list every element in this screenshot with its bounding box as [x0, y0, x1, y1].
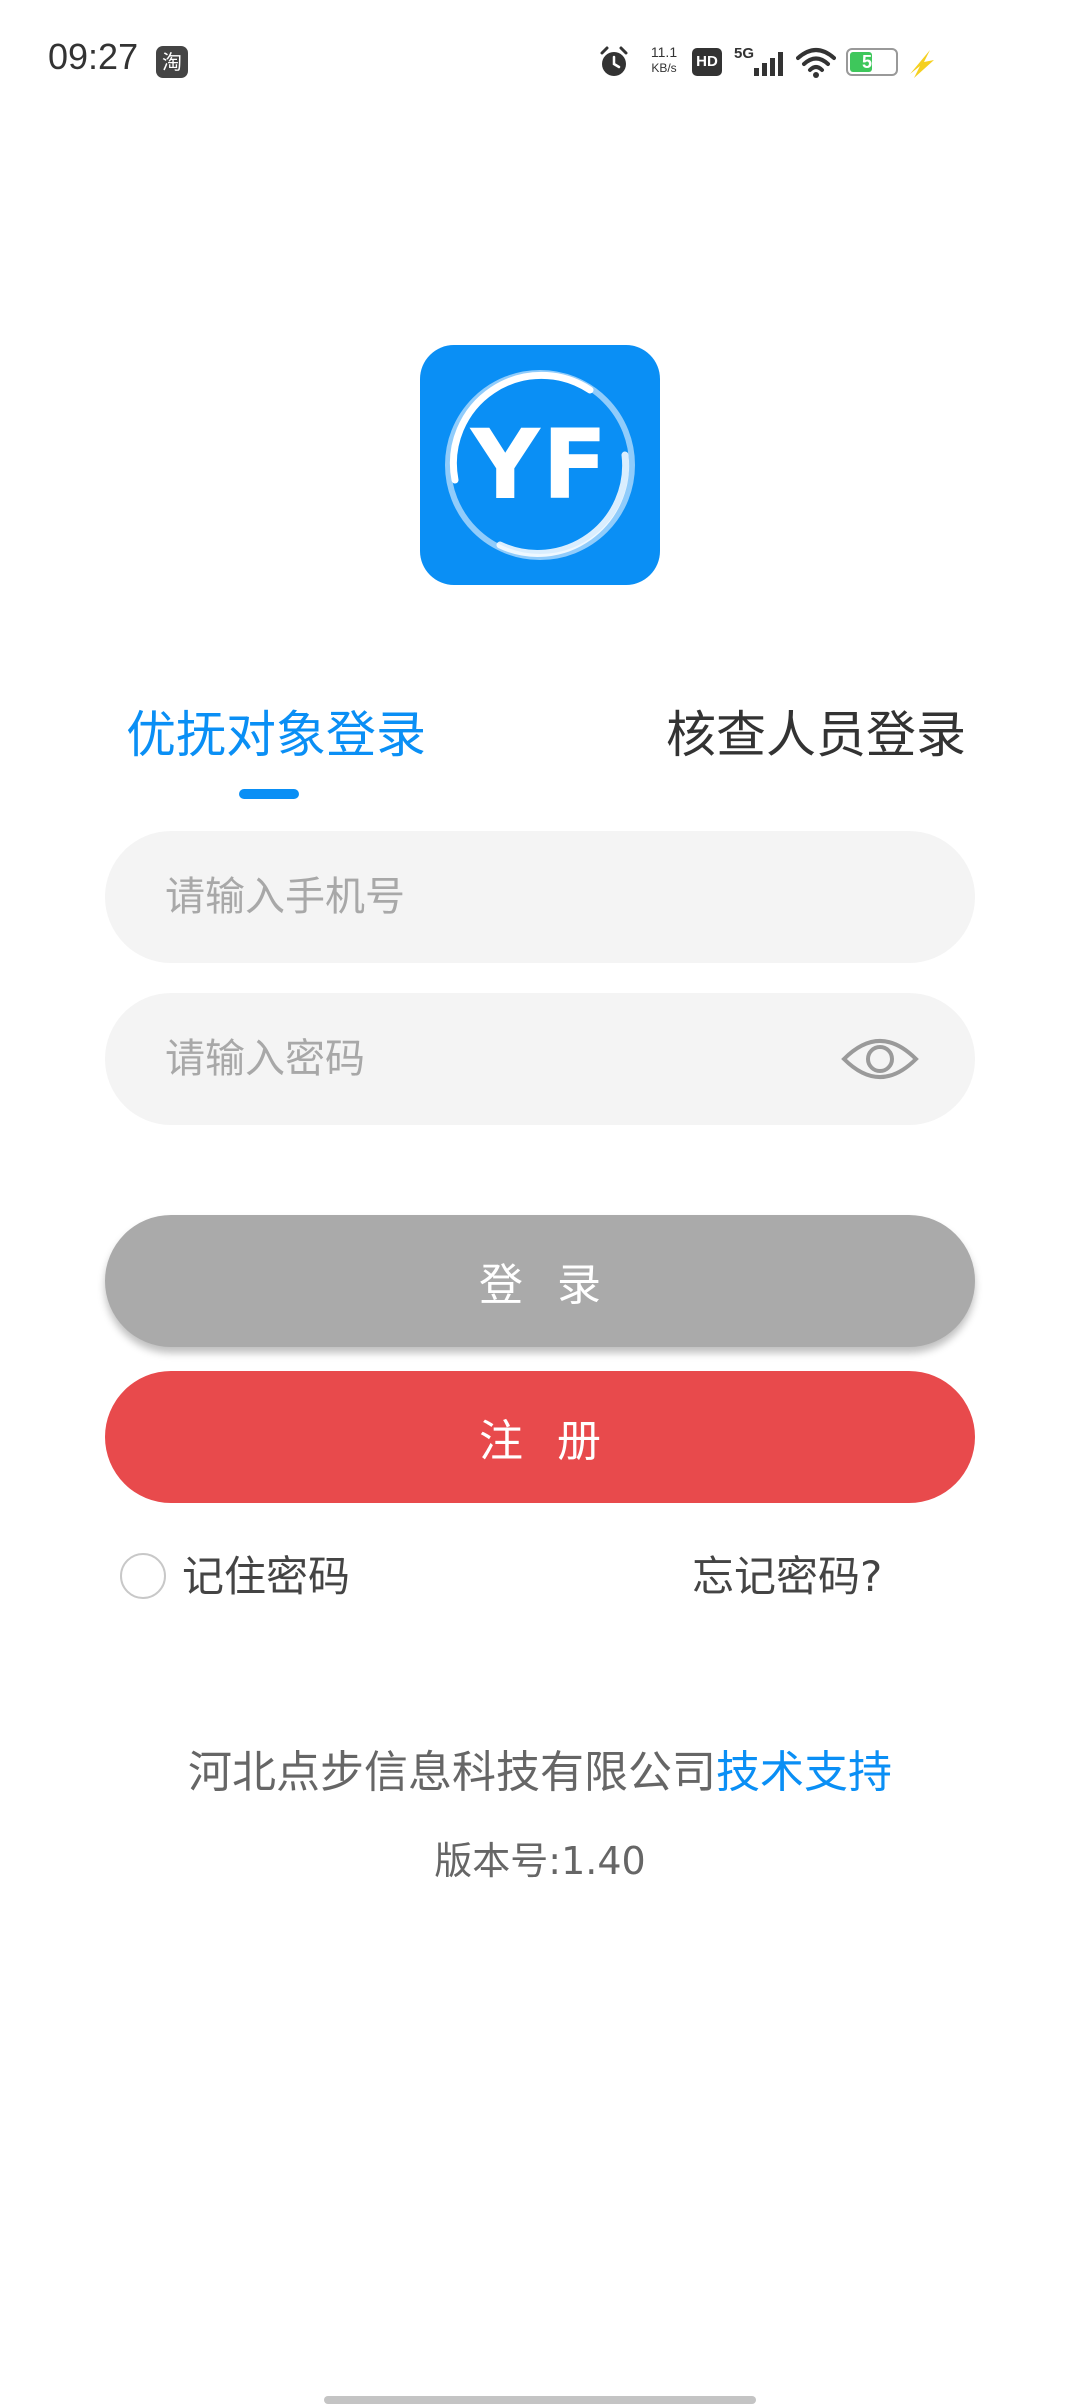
- battery-icon: 51: [846, 48, 898, 76]
- status-bar: 09:27 淘 11.1 KB/s HD 5G 51: [0, 0, 1080, 120]
- signal-5g-icon: 5G: [734, 45, 783, 76]
- hd-icon: HD: [692, 48, 722, 76]
- net-speed: 11.1 KB/s: [642, 44, 686, 76]
- show-password-eye-icon[interactable]: [840, 1029, 920, 1089]
- forgot-password-link[interactable]: 忘记密码?: [692, 1548, 882, 1606]
- home-indicator[interactable]: [324, 2396, 756, 2404]
- net-speed-value: 11.1: [650, 44, 678, 60]
- login-button[interactable]: 登录: [105, 1215, 975, 1347]
- tab-inspector-login[interactable]: 核查人员登录: [666, 700, 966, 770]
- tab-active-indicator: [239, 789, 299, 799]
- taobao-notification-icon: 淘: [156, 46, 188, 78]
- remember-password-label[interactable]: 记住密码: [182, 1548, 350, 1606]
- company-name: 河北点步信息科技有限公司: [188, 1747, 716, 1798]
- tab-user-login[interactable]: 优抚对象登录: [126, 700, 426, 770]
- tech-support-link[interactable]: 技术支持: [716, 1747, 892, 1798]
- version-number: 版本号:1.40: [434, 1839, 646, 1883]
- charging-icon: [910, 50, 934, 78]
- net-speed-unit: KB/s: [651, 61, 677, 75]
- logo-text: YF: [470, 409, 610, 521]
- alarm-icon: [600, 46, 628, 76]
- support-line: 河北点步信息科技有限公司技术支持: [0, 1742, 1080, 1804]
- remember-password-radio[interactable]: [120, 1553, 166, 1599]
- phone-input[interactable]: [165, 831, 865, 963]
- phone-input-container: [105, 831, 975, 963]
- register-button[interactable]: 注册: [105, 1371, 975, 1503]
- password-input-container: [105, 993, 975, 1125]
- wifi-icon: [796, 48, 836, 78]
- app-logo: YF: [420, 345, 660, 585]
- status-time: 09:27: [48, 36, 139, 77]
- battery-level: 51: [861, 52, 883, 72]
- network-type-label: 5G: [734, 45, 754, 62]
- password-input[interactable]: [165, 993, 865, 1125]
